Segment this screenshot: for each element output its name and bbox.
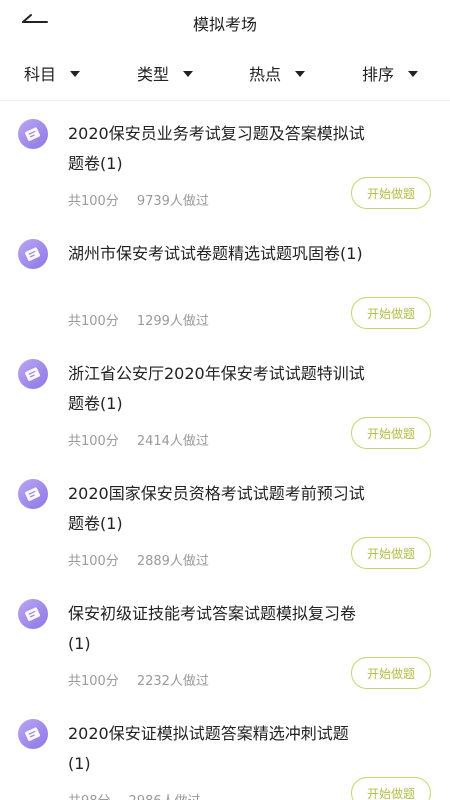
filter-label: 热点 xyxy=(249,65,282,84)
filter-bar: 科目 类型 热点 排序 xyxy=(0,56,450,90)
start-exam-button[interactable]: 开始做题 xyxy=(351,657,431,689)
caret-down-icon xyxy=(183,71,194,77)
start-exam-button[interactable]: 开始做题 xyxy=(351,777,431,800)
exam-title: 浙江省公安厅2020年保安考试试题特训试题卷(1) xyxy=(68,364,365,413)
exam-score: 共100分 xyxy=(68,194,119,209)
exam-paper-icon xyxy=(18,479,48,509)
exam-paper-icon xyxy=(18,239,48,269)
header-bar: 模拟考场 xyxy=(0,0,450,44)
start-exam-button[interactable]: 开始做题 xyxy=(351,297,431,329)
exam-meta: 共100分 2414人做过 xyxy=(68,430,209,449)
start-exam-button[interactable]: 开始做题 xyxy=(351,537,431,569)
exam-score: 共100分 xyxy=(68,314,119,329)
exam-title: 湖州市保安考试试卷题精选试题巩固卷(1) xyxy=(68,244,363,263)
exam-score: 共100分 xyxy=(68,434,119,449)
caret-down-icon xyxy=(408,71,419,77)
caret-down-icon xyxy=(70,71,81,77)
filter-hot[interactable]: 热点 xyxy=(249,56,306,90)
exam-title: 2020保安证模拟试题答案精选冲刺试题(1) xyxy=(68,724,349,773)
list-item[interactable]: 2020保安员业务考试复习题及答案模拟试题卷(1) 共100分 9739人做过 … xyxy=(0,101,450,221)
exam-title: 2020国家保安员资格考试试题考前预习试题卷(1) xyxy=(68,484,365,533)
exam-paper-icon xyxy=(18,359,48,389)
exam-meta: 共100分 9739人做过 xyxy=(68,190,209,209)
list-item[interactable]: 2020国家保安员资格考试试题考前预习试题卷(1) 共100分 2889人做过 … xyxy=(0,461,450,581)
exam-count: 2232人做过 xyxy=(136,674,209,689)
start-exam-button[interactable]: 开始做题 xyxy=(351,417,431,449)
list-item[interactable]: 浙江省公安厅2020年保安考试试题特训试题卷(1) 共100分 2414人做过 … xyxy=(0,341,450,461)
exam-meta: 共100分 2889人做过 xyxy=(68,550,209,569)
start-exam-button[interactable]: 开始做题 xyxy=(351,177,431,209)
exam-paper-icon xyxy=(18,119,48,149)
exam-score: 共100分 xyxy=(68,674,119,689)
filter-sort[interactable]: 排序 xyxy=(362,56,419,90)
exam-meta: 共100分 2232人做过 xyxy=(68,670,209,689)
filter-label: 科目 xyxy=(24,65,57,84)
list-item[interactable]: 2020保安证模拟试题答案精选冲刺试题(1) 共98分 2986人做过 开始做题 xyxy=(0,701,450,800)
list-item[interactable]: 湖州市保安考试试卷题精选试题巩固卷(1) 共100分 1299人做过 开始做题 xyxy=(0,221,450,341)
exam-score: 共98分 xyxy=(68,790,111,800)
exam-count: 1299人做过 xyxy=(136,314,209,329)
caret-down-icon xyxy=(295,71,306,77)
exam-score: 共100分 xyxy=(68,554,119,569)
exam-count: 2414人做过 xyxy=(136,434,209,449)
exam-title: 保安初级证技能考试答案试题模拟复习卷(1) xyxy=(68,604,357,653)
exam-title: 2020保安员业务考试复习题及答案模拟试题卷(1) xyxy=(68,124,365,173)
filter-label: 类型 xyxy=(137,65,170,84)
exam-count: 2986人做过 xyxy=(129,790,201,800)
exam-meta: 共98分 2986人做过 xyxy=(68,790,201,800)
exam-count: 2889人做过 xyxy=(136,554,209,569)
filter-label: 排序 xyxy=(362,65,395,84)
exam-count: 9739人做过 xyxy=(136,194,209,209)
list-item[interactable]: 保安初级证技能考试答案试题模拟复习卷(1) 共100分 2232人做过 开始做题 xyxy=(0,581,450,701)
exam-meta: 共100分 1299人做过 xyxy=(68,310,209,329)
page-title: 模拟考场 xyxy=(192,15,257,34)
filter-subject[interactable]: 科目 xyxy=(24,56,81,90)
exam-list: 2020保安员业务考试复习题及答案模拟试题卷(1) 共100分 9739人做过 … xyxy=(0,101,450,800)
filter-type[interactable]: 类型 xyxy=(137,56,194,90)
exam-paper-icon xyxy=(18,719,48,749)
exam-paper-icon xyxy=(18,599,48,629)
